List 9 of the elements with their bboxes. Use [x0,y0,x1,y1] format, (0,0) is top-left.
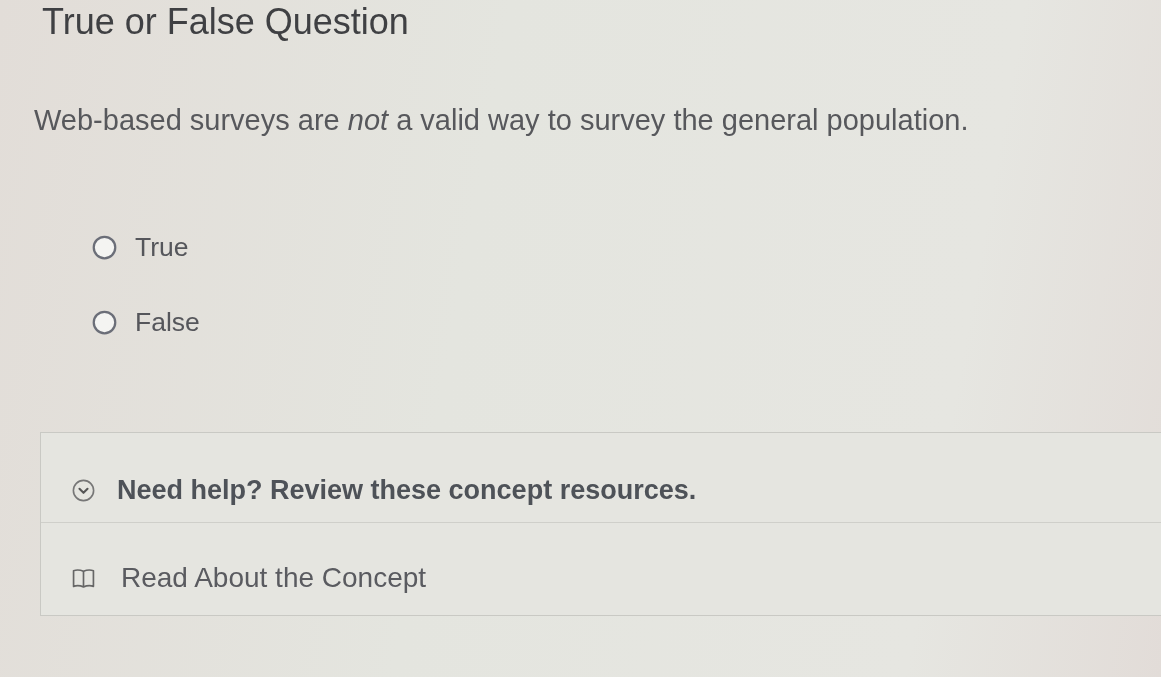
radio-button-icon[interactable] [92,309,117,335]
answer-option[interactable]: False [92,306,200,338]
question-text: Web-based surveys are not a valid way to survey the general population. [34,103,969,138]
resource-link[interactable]: Read About the Concept [41,523,427,615]
radio-button-icon[interactable] [92,234,117,260]
question-title: True or False Question [42,0,409,44]
book-icon [72,567,95,589]
answer-option[interactable]: True [92,231,189,263]
help-toggle[interactable]: Need help? Review these concept resources. [41,433,1161,523]
